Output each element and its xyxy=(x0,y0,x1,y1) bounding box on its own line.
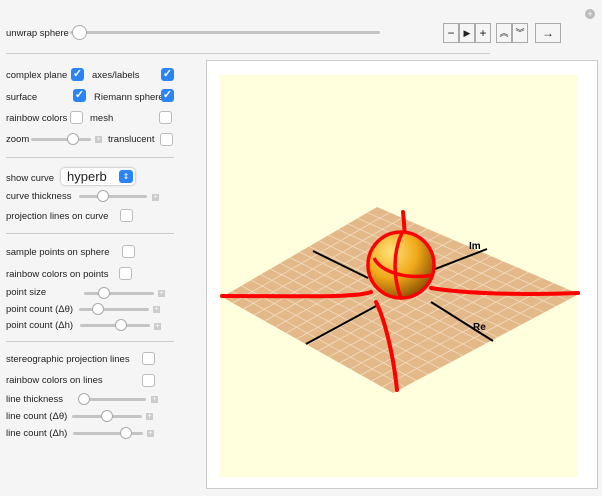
complex-plane-checkbox[interactable]: ✓ xyxy=(71,68,84,81)
point-size-label: point size xyxy=(6,287,47,298)
rainbow-lines-checkbox[interactable] xyxy=(142,374,155,387)
point-size-expand-icon[interactable]: + xyxy=(158,290,165,297)
line-count-h-slider[interactable] xyxy=(73,427,143,439)
surface-checkbox[interactable]: ✓ xyxy=(73,89,86,102)
line-thickness-label: line thickness xyxy=(6,394,64,405)
line-thickness-expand-icon[interactable]: + xyxy=(151,396,158,403)
zoom-slider[interactable] xyxy=(31,133,91,145)
point-count-h-slider[interactable] xyxy=(80,319,150,331)
point-count-theta-label: point count (Δθ) xyxy=(6,304,74,315)
slower-button[interactable]: ︾ xyxy=(512,23,528,43)
complex-plane-label: complex plane xyxy=(6,70,68,81)
dropdown-arrows-icon: ⇕ xyxy=(119,170,133,183)
zoom-label: zoom xyxy=(6,134,30,145)
axis-im-label: Im xyxy=(469,241,481,252)
plot-frame: Im Re xyxy=(206,60,598,489)
rainbow-colors-checkbox[interactable] xyxy=(70,111,83,124)
divider xyxy=(6,53,490,54)
axes-labels-checkbox[interactable]: ✓ xyxy=(161,68,174,81)
stereo-lines-checkbox[interactable] xyxy=(142,352,155,365)
surface-label: surface xyxy=(6,92,38,103)
add-icon[interactable]: + xyxy=(585,9,595,19)
show-curve-value: hyperb xyxy=(67,169,107,184)
faster-button[interactable]: ︽ xyxy=(496,23,512,43)
point-count-theta-slider[interactable] xyxy=(79,303,149,315)
curve-thickness-expand-icon[interactable]: + xyxy=(152,194,159,201)
axes-labels-label: axes/labels xyxy=(92,70,140,81)
riemann-sphere-3d-graphic[interactable]: Im Re xyxy=(206,60,598,489)
line-count-h-label: line count (Δh) xyxy=(6,428,68,439)
translucent-checkbox[interactable] xyxy=(160,133,173,146)
line-thickness-slider[interactable] xyxy=(78,393,146,405)
curve-thickness-slider[interactable] xyxy=(79,190,147,202)
point-count-theta-expand-icon[interactable]: + xyxy=(153,306,160,313)
show-curve-dropdown[interactable]: hyperb ⇕ xyxy=(61,168,135,185)
increment-button[interactable]: + xyxy=(475,23,491,43)
play-button[interactable]: ▶ xyxy=(459,23,475,43)
sample-points-checkbox[interactable] xyxy=(122,245,135,258)
sample-points-label: sample points on sphere xyxy=(6,247,110,258)
curve-thickness-label: curve thickness xyxy=(6,191,72,202)
rainbow-points-label: rainbow colors on points xyxy=(6,269,109,280)
axis-re-label: Re xyxy=(473,322,486,333)
line-count-theta-slider[interactable] xyxy=(72,410,142,422)
line-count-theta-label: line count (Δθ) xyxy=(6,411,68,422)
projection-lines-label: projection lines on curve xyxy=(6,211,109,222)
unwrap-sphere-label: unwrap sphere xyxy=(6,28,69,39)
translucent-label: translucent xyxy=(108,134,155,145)
line-count-h-expand-icon[interactable]: + xyxy=(147,430,154,437)
rainbow-colors-label: rainbow colors xyxy=(6,113,68,124)
riemann-sphere-checkbox[interactable]: ✓ xyxy=(161,89,174,102)
decrement-button[interactable]: − xyxy=(443,23,459,43)
unwrap-sphere-slider[interactable] xyxy=(70,25,380,40)
point-count-h-expand-icon[interactable]: + xyxy=(154,323,161,330)
rainbow-points-checkbox[interactable] xyxy=(119,267,132,280)
show-curve-label: show curve xyxy=(6,173,55,184)
projection-lines-checkbox[interactable] xyxy=(120,209,133,222)
point-count-h-label: point count (Δh) xyxy=(6,320,74,331)
mesh-checkbox[interactable] xyxy=(159,111,172,124)
divider xyxy=(6,341,174,342)
direction-button[interactable]: → xyxy=(535,23,561,43)
divider xyxy=(6,233,174,234)
divider xyxy=(6,157,174,158)
riemann-sphere-label: Riemann sphere xyxy=(94,92,164,103)
point-size-slider[interactable] xyxy=(84,287,154,299)
rainbow-lines-label: rainbow colors on lines xyxy=(6,375,103,386)
mesh-label: mesh xyxy=(90,113,114,124)
stereo-lines-label: stereographic projection lines xyxy=(6,354,130,365)
line-count-theta-expand-icon[interactable]: + xyxy=(146,413,153,420)
zoom-expand-icon[interactable]: + xyxy=(95,136,102,143)
